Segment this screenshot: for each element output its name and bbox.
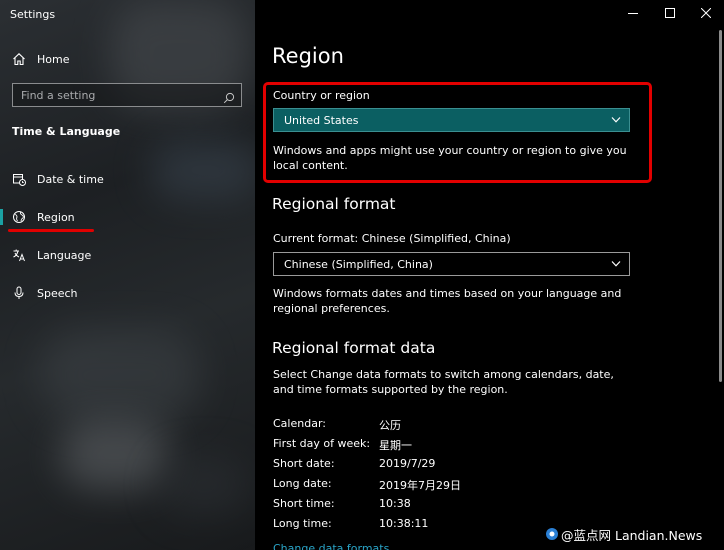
close-button[interactable] [686, 0, 724, 26]
close-icon [701, 8, 711, 18]
watermark: @蓝点网 Landian.News [545, 524, 702, 544]
home-icon [11, 51, 27, 67]
calendar-clock-icon [11, 171, 27, 187]
data-row-label: Long time: [273, 517, 332, 530]
data-row-value: 星期一 [379, 439, 412, 452]
maximize-icon [665, 8, 675, 18]
sidebar: Settings Home Time & Language Date & tim… [0, 0, 255, 550]
data-row-value: 2019年7月29日 [379, 479, 461, 492]
data-row-value: 10:38:11 [379, 517, 429, 530]
watermark-text: @蓝点网 Landian.News [561, 527, 703, 543]
data-row-label: Calendar: [273, 417, 326, 430]
sidebar-item-label: Language [37, 248, 92, 262]
landian-logo-icon [546, 528, 558, 540]
background-blur [60, 420, 170, 490]
search-icon[interactable] [223, 89, 235, 104]
sidebar-item-language[interactable]: Language [0, 240, 255, 270]
minimize-icon [628, 13, 638, 14]
format-data-heading: Regional format data [272, 339, 436, 357]
data-row-label: Short time: [273, 497, 335, 510]
globe-icon [11, 209, 27, 225]
regional-format-description: Windows formats dates and times based on… [273, 287, 622, 315]
background-blur [40, 330, 200, 420]
format-data-description: Select Change data formats to switch amo… [273, 368, 614, 396]
sidebar-item-speech[interactable]: Speech [0, 278, 255, 308]
search-box[interactable] [12, 83, 242, 107]
data-row-value: 公历 [379, 419, 401, 432]
regional-format-dropdown[interactable]: Chinese (Simplified, China) [273, 252, 630, 276]
sidebar-item-label: Region [37, 210, 75, 224]
scrollbar[interactable] [719, 30, 722, 382]
background-blur [160, 455, 250, 515]
annotation-highlight-box [263, 82, 652, 183]
sidebar-item-label: Home [37, 52, 70, 66]
section-heading: Time & Language [12, 125, 121, 138]
data-row-value: 2019/7/29 [379, 457, 436, 470]
minimize-button[interactable] [613, 0, 653, 26]
microphone-icon [11, 285, 27, 301]
search-input[interactable] [13, 84, 241, 107]
sidebar-item-region[interactable]: Region [0, 202, 255, 232]
app-title: Settings [10, 8, 56, 21]
change-data-formats-link[interactable]: Change data formats [273, 542, 389, 550]
format-selected: Chinese (Simplified, China) [284, 257, 433, 271]
chevron-down-icon [611, 261, 621, 267]
language-icon [11, 247, 27, 263]
page-title: Region [272, 44, 344, 68]
sidebar-item-label: Speech [37, 286, 78, 300]
sidebar-item-date-time[interactable]: Date & time [0, 164, 255, 194]
regional-format-heading: Regional format [272, 195, 396, 213]
annotation-underline [8, 229, 94, 232]
sidebar-item-label: Date & time [37, 172, 104, 186]
data-row-label: Long date: [273, 477, 332, 490]
data-row-label: Short date: [273, 457, 335, 470]
sidebar-item-home[interactable]: Home [0, 44, 255, 74]
current-format-label: Current format: Chinese (Simplified, Chi… [273, 232, 511, 245]
data-row-label: First day of week: [273, 437, 371, 450]
data-row-value: 10:38 [379, 497, 411, 510]
maximize-button[interactable] [650, 0, 690, 26]
